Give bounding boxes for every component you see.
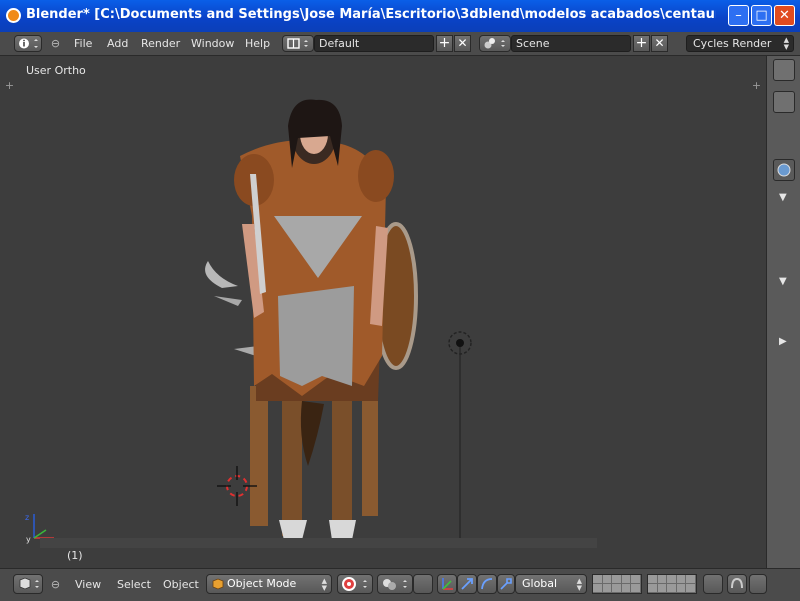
screen-layout-field[interactable]: Default <box>314 35 434 52</box>
centaur-model[interactable] <box>2 56 765 568</box>
ground-plane <box>40 538 597 548</box>
pivot-icon <box>383 579 407 590</box>
collapse-header-icon[interactable]: ⊖ <box>50 579 61 590</box>
snap-icon[interactable] <box>727 574 747 594</box>
collapse-menus-icon[interactable]: ⊖ <box>50 38 61 49</box>
minimize-button[interactable]: – <box>728 5 749 26</box>
panel-collapse-arrow-icon[interactable]: ▼ <box>779 192 787 203</box>
transform-orientation-label: Global <box>522 577 558 590</box>
3d-view-header: ⊖ View Select Object Object Mode ▲ ▼ Glo… <box>0 568 800 601</box>
manipulator-icon <box>442 578 453 590</box>
dropdown-arrows-icon: ▲ ▼ <box>321 577 327 592</box>
info-header: ⊖ File Add Render Window Help Default + … <box>0 32 800 56</box>
cube-icon <box>212 578 224 590</box>
frame-info-label: (1) <box>67 549 83 562</box>
remove-scene-button[interactable]: ✕ <box>651 35 668 52</box>
svg-text:y: y <box>26 535 31 544</box>
lock-layers-icon[interactable] <box>703 574 723 594</box>
manipulator-toggle-button[interactable] <box>437 574 457 594</box>
menu-file[interactable]: File <box>74 37 92 50</box>
render-engine-selector[interactable]: Cycles Render ▲ ▼ <box>686 35 794 52</box>
editor-type-button[interactable] <box>14 35 42 52</box>
add-scene-button[interactable]: + <box>633 35 650 52</box>
properties-tab-icon[interactable] <box>773 91 795 113</box>
3d-cursor-icon[interactable] <box>215 464 259 508</box>
pivot-point-selector[interactable] <box>377 574 413 594</box>
rotate-manipulator-icon[interactable] <box>477 574 497 594</box>
remove-screen-button[interactable]: ✕ <box>454 35 471 52</box>
toolshelf-toggle-icon[interactable]: + <box>4 80 15 91</box>
blender-logo-icon <box>6 8 21 23</box>
menu-window[interactable]: Window <box>191 37 234 50</box>
close-button[interactable]: ✕ <box>774 5 795 26</box>
properties-strip: ▼ ▼ ▶ <box>766 56 800 568</box>
svg-text:z: z <box>25 513 29 522</box>
select-only-visible-button[interactable] <box>413 574 433 594</box>
outliner-tab-icon[interactable] <box>773 59 795 81</box>
interaction-mode-label: Object Mode <box>227 577 297 590</box>
menu-help[interactable]: Help <box>245 37 270 50</box>
panel-collapse-arrow-icon[interactable]: ▼ <box>779 276 787 287</box>
screen-layout-icon <box>287 38 308 49</box>
properties-toggle-icon[interactable]: + <box>751 80 762 91</box>
menu-render[interactable]: Render <box>141 37 180 50</box>
add-screen-button[interactable]: + <box>436 35 453 52</box>
translate-manipulator-icon[interactable] <box>457 574 477 594</box>
menu-select[interactable]: Select <box>117 578 151 591</box>
screen-layout-selector[interactable] <box>282 35 314 52</box>
menu-object[interactable]: Object <box>163 578 199 591</box>
view-name-label: User Ortho <box>26 64 86 77</box>
layer-buttons-left[interactable] <box>592 574 642 594</box>
dropdown-arrows-icon: ▲ ▼ <box>783 36 789 51</box>
3d-viewport[interactable]: User Ortho (1) + + z y x <box>2 56 765 568</box>
menu-view[interactable]: View <box>75 578 101 591</box>
snap-element-icon[interactable] <box>749 574 767 594</box>
menu-add[interactable]: Add <box>107 37 128 50</box>
view3d-editor-icon <box>19 577 39 590</box>
layer-buttons-right[interactable] <box>647 574 697 594</box>
window-title-bar[interactable]: Blender* [C:\Documents and Settings\Jose… <box>0 0 800 32</box>
interaction-mode-selector[interactable]: Object Mode ▲ ▼ <box>206 574 332 594</box>
dropdown-arrows-icon: ▲ ▼ <box>576 577 582 592</box>
world-tab-icon[interactable] <box>773 159 795 181</box>
editor-type-3dview-button[interactable] <box>13 574 43 594</box>
info-icon <box>19 38 38 49</box>
scene-selector[interactable] <box>479 35 511 52</box>
panel-expand-arrow-icon[interactable]: ▶ <box>779 336 787 347</box>
scene-icon <box>484 38 505 49</box>
scene-field[interactable]: Scene <box>511 35 631 52</box>
shading-icon <box>342 577 367 591</box>
viewport-shading-selector[interactable] <box>337 574 373 594</box>
window-title: Blender* [C:\Documents and Settings\Jose… <box>26 7 716 22</box>
transform-orientation-selector[interactable]: Global ▲ ▼ <box>515 574 587 594</box>
scale-manipulator-icon[interactable] <box>497 574 515 594</box>
render-engine-label: Cycles Render <box>693 37 772 50</box>
maximize-button[interactable]: □ <box>751 5 772 26</box>
